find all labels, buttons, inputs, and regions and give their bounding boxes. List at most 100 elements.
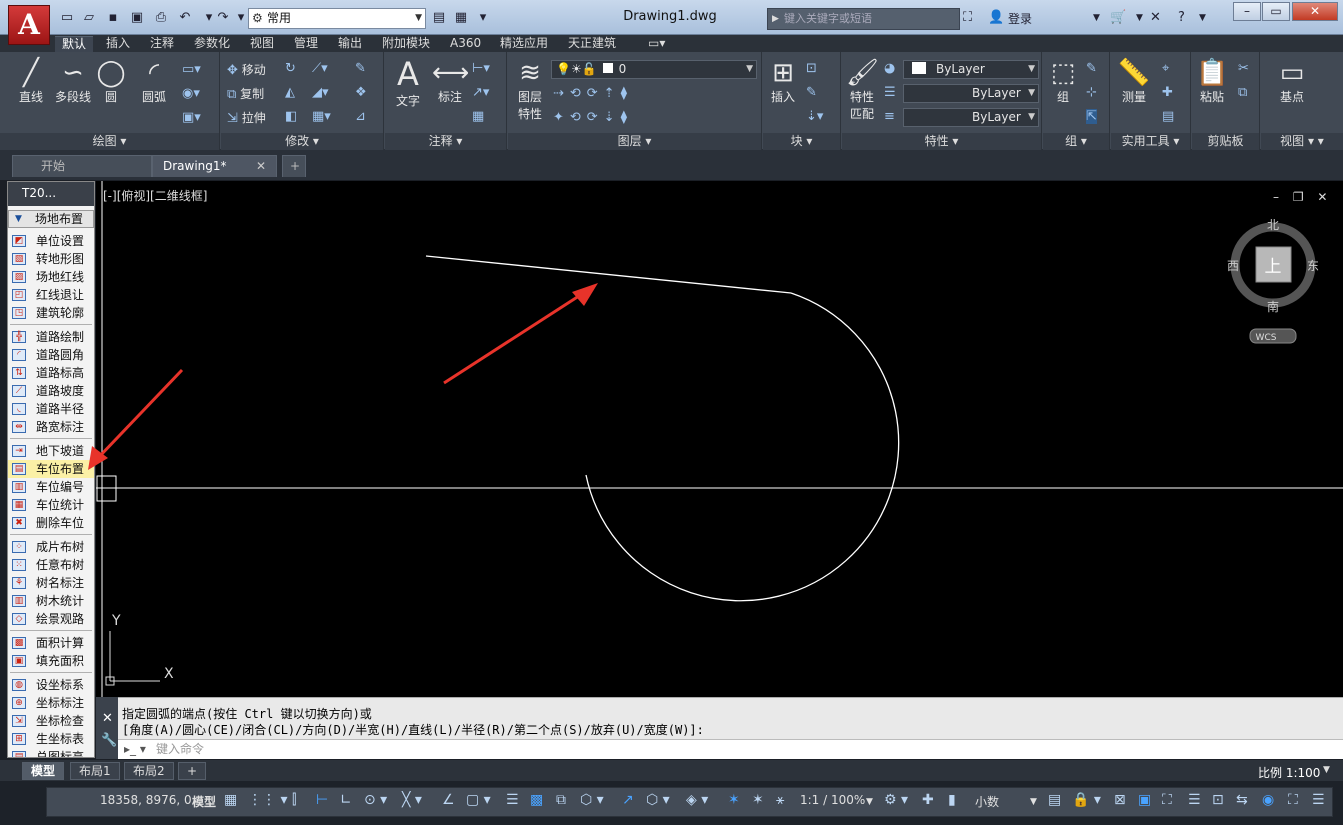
lock-ui-icon[interactable]: 🔒 ▾ [1072, 792, 1101, 808]
lineweight-icon[interactable]: ≡ [884, 109, 895, 124]
tab-insert[interactable]: 插入 [106, 36, 130, 52]
sidebar-item[interactable]: ▨ 场地红线 [8, 268, 94, 286]
sidebar-item[interactable]: ✖ 删除车位 [8, 514, 94, 532]
tab-model[interactable]: 模型 [22, 762, 65, 780]
match-properties-button[interactable]: 🖌 特性 匹配 [846, 58, 879, 122]
drawn-line-segment[interactable] [425, 255, 792, 294]
help-icon[interactable]: ? [1178, 10, 1185, 25]
transparency-icon[interactable]: ▩ [530, 792, 543, 808]
dynamic-input-icon[interactable]: ⊢ [316, 792, 328, 808]
panel-view-title[interactable]: 视图 ▾ ▾ [1261, 133, 1343, 150]
hardware-acceleration-icon[interactable]: ▣ [1138, 792, 1151, 808]
menu-icon[interactable]: ☰ [1312, 792, 1325, 808]
infer-constraints-icon[interactable]: ⫿ [292, 792, 296, 808]
calculator-icon[interactable]: ▤ [1162, 109, 1174, 124]
edit-block-icon[interactable]: ✎ [806, 85, 817, 100]
undo-icon[interactable]: ↶ [176, 9, 194, 26]
color-select[interactable]: ByLayer ▼ [903, 60, 1039, 79]
isodraft-icon[interactable]: ╳ ▾ [402, 792, 422, 808]
sidebar-item[interactable]: ▥ 车位编号 [8, 478, 94, 496]
sidebar-item[interactable]: ◟ 道路半径 [8, 400, 94, 418]
ribbon-toggle-icon[interactable]: ▭▾ [648, 36, 665, 52]
fillet-icon[interactable]: ◢▾ [312, 85, 329, 100]
sidebar-item[interactable]: ⇅ 道路标高 [8, 364, 94, 382]
add-layout-button[interactable]: + [178, 762, 207, 780]
tab-featured-apps[interactable]: 精选应用 [500, 36, 548, 52]
color-wheel-icon[interactable]: ◕ [884, 61, 895, 76]
units-dropdown-icon[interactable]: ▼ [1030, 797, 1037, 807]
quick-properties-icon[interactable]: ▤ [1048, 792, 1061, 808]
annoscale-dropdown-icon[interactable]: ▼ [866, 797, 873, 807]
navigation-icon[interactable]: ◉ [1262, 792, 1274, 808]
tab-annotate[interactable]: 注释 [150, 36, 174, 52]
close-tab-icon[interactable]: ✕ [256, 156, 266, 176]
customization-icon[interactable]: ☰ [1188, 792, 1201, 808]
sidebar-item[interactable]: ▥ 树木统计 [8, 592, 94, 610]
tab-default[interactable]: 默认 [55, 36, 94, 52]
hatch-icon[interactable]: ◉▾ [182, 86, 200, 101]
grid-icon[interactable]: ▦ [224, 792, 237, 808]
sidebar-item[interactable]: ◩ 单位设置 [8, 232, 94, 250]
gizmo-icon[interactable]: ◈ ▾ [686, 792, 708, 808]
sidebar-item[interactable]: ◍ 设坐标系 [8, 676, 94, 694]
trim-icon[interactable]: ⟋▾ [312, 61, 328, 76]
tab-parametric[interactable]: 参数化 [194, 36, 230, 52]
sidebar-item[interactable]: ▦ 车位统计 [8, 496, 94, 514]
stretch-button[interactable]: ⇲ 拉伸 [227, 109, 266, 126]
3d-osnap-icon[interactable]: ⬡ ▾ [580, 792, 604, 808]
measure-button[interactable]: 📏 测量 [1116, 58, 1152, 105]
copy-button[interactable]: ⧉ 复制 [227, 85, 264, 102]
selection-cycling-icon[interactable]: ⧉ [556, 792, 566, 808]
command-input[interactable]: ▸_ ▾ 键入命令 [118, 739, 1343, 759]
sidebar-item[interactable]: ⊕ 坐标标注 [8, 694, 94, 712]
sidebar-item[interactable]: ◳ 建筑轮廓 [8, 304, 94, 322]
lineweight-select[interactable]: ByLayer ▼ [903, 108, 1039, 127]
panel-modify-title[interactable]: 修改 ▾ [221, 133, 383, 150]
sidebar-item[interactable]: ◰ 红线退让 [8, 286, 94, 304]
model-space-button[interactable]: 模型 [192, 793, 216, 810]
sidebar-item[interactable]: ◜ 道路圆角 [8, 346, 94, 364]
arc-button[interactable]: ◜ 圆弧 [136, 58, 172, 105]
coordinates-readout[interactable]: 18358, 8976, 0 [100, 793, 192, 807]
boundary-icon[interactable]: ▣▾ [182, 110, 201, 125]
copy-clip-icon[interactable]: ⧉ [1238, 85, 1247, 100]
annotation-monitor-icon[interactable]: ✚ [922, 792, 934, 808]
sidebar-item[interactable]: ⇲ 坐标检查 [8, 712, 94, 730]
help-dropdown-icon[interactable]: ▼ [1199, 13, 1206, 23]
drawing-canvas[interactable]: Y X 上 北 南 西 东 WCS [96, 181, 1343, 697]
panel-utilities-title[interactable]: 实用工具 ▾ [1111, 133, 1190, 150]
text-button[interactable]: A 文字 [392, 56, 424, 109]
cart-icon[interactable]: 🛒 [1110, 10, 1126, 25]
ortho-icon[interactable]: ∟ [340, 792, 352, 808]
print-icon[interactable]: ⎙ [152, 9, 170, 26]
close-button[interactable]: ✕ [1292, 2, 1338, 21]
line-button[interactable]: ╱ 直线 [14, 58, 48, 105]
auto-scale-icon[interactable]: ✶ [752, 792, 764, 808]
rotate-icon[interactable]: ↻ [285, 61, 296, 76]
command-window-handle[interactable]: ✕ 🔧 [96, 697, 118, 759]
viewcube-west[interactable]: 西 [1227, 259, 1239, 273]
erase-icon[interactable]: ✎ [355, 61, 366, 76]
login-dropdown-icon[interactable]: ▼ [1093, 13, 1100, 23]
sidebar-item[interactable]: ╬ 道路绘制 [8, 328, 94, 346]
quick-select-icon[interactable]: ⌖ [1162, 61, 1169, 76]
snap-icon[interactable]: ⋮⋮ ▾ [248, 792, 287, 808]
panel-clipboard-title[interactable]: 剪贴板 [1192, 133, 1259, 150]
isolate-icon[interactable]: ⇆ [1236, 792, 1248, 808]
redo-icon[interactable]: ↷ [214, 9, 232, 26]
clean-screen-icon[interactable]: ⛶ [1162, 792, 1172, 808]
sidebar-item[interactable]: ⊞ 生坐标表 [8, 730, 94, 748]
lineweight-display-icon[interactable]: ☰ [506, 792, 519, 808]
tab-a360[interactable]: A360 [450, 36, 481, 52]
attribute-icon[interactable]: ⇣▾ [806, 109, 823, 124]
graphics-performance-icon[interactable]: ⊡ [1212, 792, 1224, 808]
linetype-icon[interactable]: ☰ [884, 85, 896, 100]
object-snap-icon[interactable]: ▢ ▾ [466, 792, 491, 808]
polar-tracking-icon[interactable]: ⊙ ▾ [364, 792, 387, 808]
panel-layers-title[interactable]: 图层 ▾ [508, 133, 761, 150]
sidebar-header[interactable]: T20... [8, 182, 94, 206]
application-menu-button[interactable]: A [8, 5, 50, 45]
group-edit-icon[interactable]: ⊹ [1086, 85, 1097, 100]
annotation-visibility-icon[interactable]: ✶ [728, 792, 740, 808]
workspace-gear-icon[interactable]: ⚙ ▾ [884, 792, 908, 808]
